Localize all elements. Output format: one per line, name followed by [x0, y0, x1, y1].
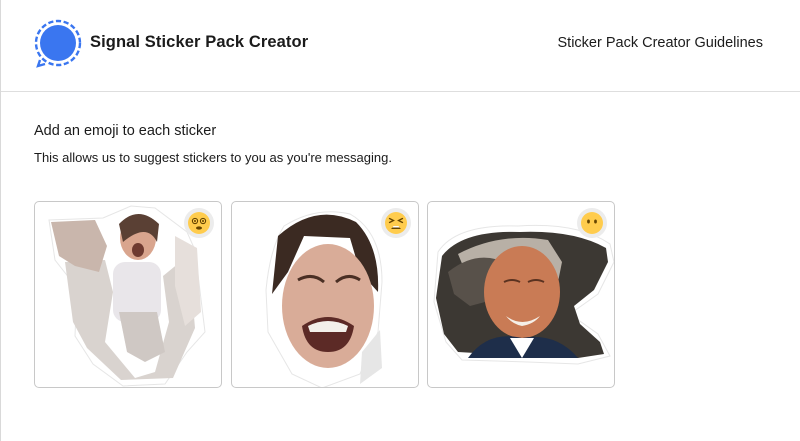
- face-without-mouth-emoji-icon: [581, 212, 603, 234]
- signal-logo-icon: [34, 19, 82, 68]
- emoji-picker-button[interactable]: [577, 208, 607, 238]
- app-title: Signal Sticker Pack Creator: [90, 33, 309, 51]
- dizzy-face-emoji-icon: [188, 212, 210, 234]
- header: Signal Sticker Pack Creator Sticker Pack…: [1, 0, 800, 92]
- guidelines-link[interactable]: Sticker Pack Creator Guidelines: [558, 35, 764, 51]
- step-description: This allows us to suggest stickers to yo…: [34, 150, 392, 165]
- emoji-picker-button[interactable]: [184, 208, 214, 238]
- sticker-card-1[interactable]: [34, 201, 222, 388]
- step-title: Add an emoji to each sticker: [34, 123, 217, 139]
- sticker-pack-creator-app: Signal Sticker Pack Creator Sticker Pack…: [0, 0, 800, 441]
- emoji-picker-button[interactable]: [381, 208, 411, 238]
- sticker-card-2[interactable]: [231, 201, 419, 388]
- sticker-card-3[interactable]: [427, 201, 615, 388]
- tired-face-emoji-icon: [385, 212, 407, 234]
